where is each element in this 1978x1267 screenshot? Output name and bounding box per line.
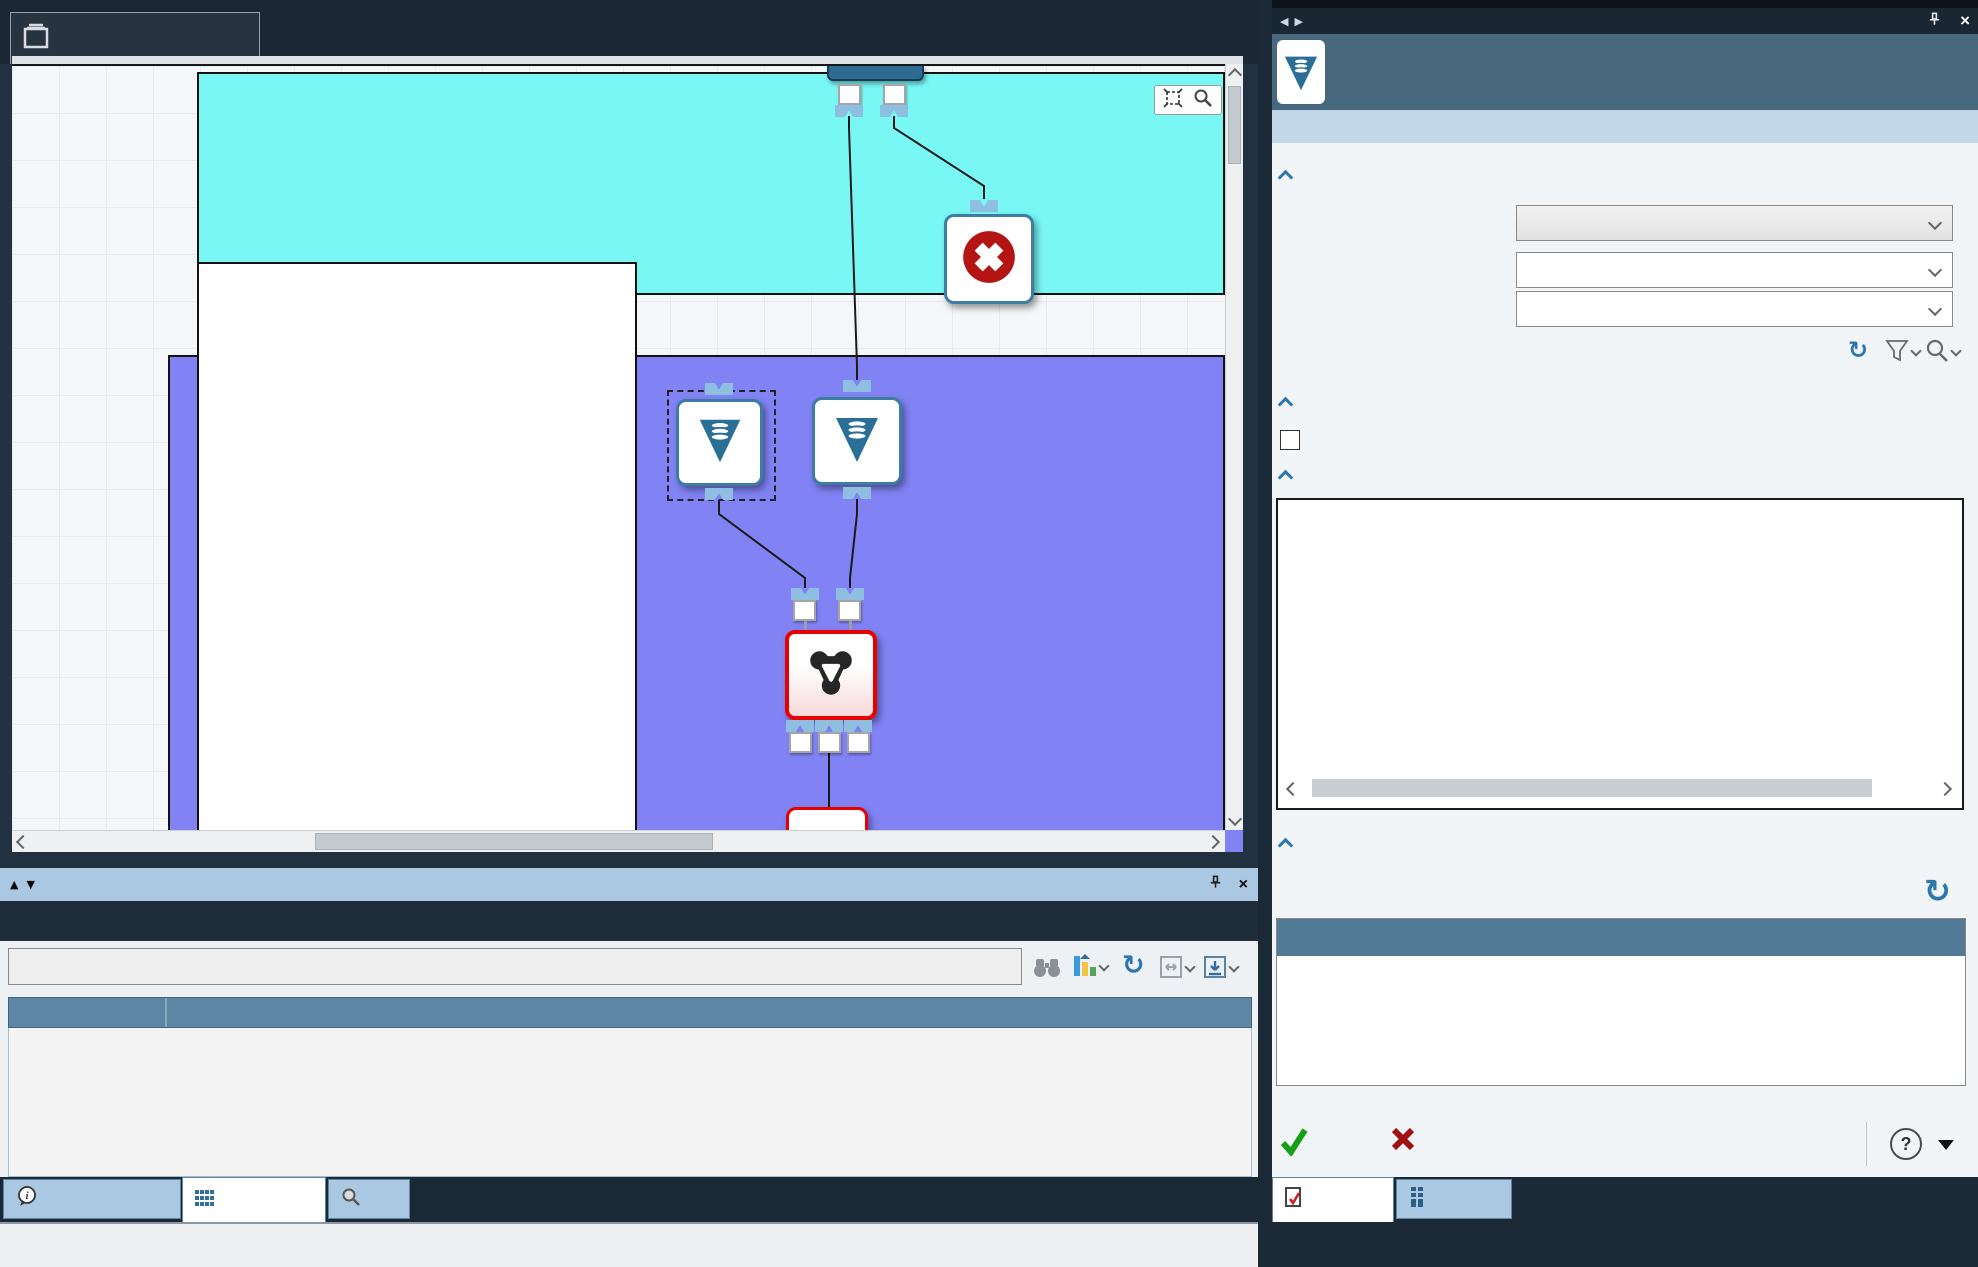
application-window: ▲ ▼ × ↻ i bbox=[0, 0, 1978, 1267]
section-record-source[interactable] bbox=[1280, 168, 1301, 183]
canvas-view-controls bbox=[1154, 85, 1222, 115]
fit-to-window-icon[interactable] bbox=[1162, 87, 1184, 114]
sql-horizontal-scrollbar[interactable] bbox=[1284, 776, 1956, 802]
vscroll-thumb[interactable] bbox=[1228, 86, 1241, 164]
chevron-down-icon bbox=[1928, 302, 1942, 316]
revert-button[interactable] bbox=[1390, 1126, 1426, 1152]
document-icon bbox=[21, 22, 51, 55]
search-tables-icon[interactable] bbox=[1924, 338, 1960, 364]
bottom-tab-message-viewer[interactable]: i bbox=[3, 1179, 181, 1219]
rdbms-input-node-selected[interactable] bbox=[676, 399, 763, 486]
canvas-horizontal-scrollbar[interactable] bbox=[12, 830, 1225, 852]
chevron-up-icon bbox=[1278, 470, 1294, 486]
rdbms-input-node[interactable] bbox=[812, 397, 902, 485]
close-icon[interactable]: × bbox=[1239, 876, 1248, 894]
grid-icon bbox=[195, 1190, 214, 1211]
database-funnel-icon bbox=[691, 411, 749, 474]
hscroll-thumb[interactable] bbox=[315, 833, 713, 850]
table-dropdown[interactable] bbox=[1516, 291, 1953, 327]
chevron-up-icon bbox=[1278, 170, 1294, 186]
info-bubble-icon: i bbox=[16, 1186, 40, 1213]
help-button[interactable]: ? bbox=[1890, 1128, 1922, 1160]
join-node[interactable] bbox=[785, 630, 877, 720]
properties-tabstrip bbox=[1272, 110, 1978, 143]
canvas-vertical-scrollbar[interactable] bbox=[1225, 64, 1243, 830]
binoculars-icon[interactable] bbox=[1032, 955, 1062, 979]
canvas-top-strip bbox=[12, 56, 1243, 64]
chevron-up-icon bbox=[1278, 838, 1294, 854]
port-label-join-out bbox=[818, 732, 841, 753]
decision-node-clipped[interactable] bbox=[827, 66, 924, 81]
chevron-down-icon bbox=[1928, 263, 1942, 277]
section-limit[interactable] bbox=[1280, 395, 1301, 410]
properties-node-header bbox=[1272, 34, 1978, 110]
sql-hscroll-thumb[interactable] bbox=[1312, 779, 1872, 797]
bottom-tab-schema[interactable] bbox=[1396, 1179, 1512, 1219]
sql-query-editor[interactable] bbox=[1276, 498, 1964, 810]
data-viewer-titlebar: ▲ ▼ × bbox=[0, 868, 1258, 901]
schema-grid-icon bbox=[1409, 1187, 1425, 1212]
join-icon bbox=[802, 644, 860, 707]
data-viewer-column-header-band bbox=[8, 997, 1252, 1028]
goto-row-icon[interactable] bbox=[1202, 954, 1238, 980]
data-viewer-tabband bbox=[0, 901, 1258, 941]
chevron-up-icon bbox=[1278, 397, 1294, 413]
nav-back-icon[interactable]: ◀ bbox=[1280, 15, 1288, 28]
refresh-tables-icon[interactable]: ↻ bbox=[1848, 336, 1868, 364]
port-label-yes bbox=[838, 84, 861, 105]
schema-table[interactable] bbox=[1276, 918, 1966, 1086]
close-icon[interactable]: × bbox=[1960, 11, 1970, 31]
zoom-magnifier-icon[interactable] bbox=[1192, 87, 1214, 114]
limit-records-checkbox[interactable] bbox=[1280, 430, 1300, 450]
refresh-icon[interactable]: ↻ bbox=[1122, 950, 1145, 981]
collapse-down-icon[interactable]: ▼ bbox=[26, 878, 34, 891]
canvas-note[interactable] bbox=[197, 262, 637, 832]
x-icon bbox=[1390, 1126, 1416, 1152]
nav-forward-icon[interactable]: ▶ bbox=[1294, 15, 1302, 28]
pin-icon[interactable] bbox=[1927, 11, 1942, 32]
data-viewer-search-input[interactable] bbox=[8, 948, 1022, 985]
search-icon bbox=[341, 1187, 361, 1212]
check-icon bbox=[1280, 1126, 1308, 1156]
bottom-tab-data-viewer[interactable] bbox=[182, 1177, 326, 1222]
bottom-tab-find[interactable] bbox=[328, 1179, 410, 1219]
divider bbox=[1866, 1122, 1867, 1166]
properties-top-strip bbox=[1272, 0, 1978, 8]
port-label-right bbox=[838, 600, 861, 621]
canvas-scroll-corner bbox=[1225, 830, 1243, 852]
filter-icon[interactable] bbox=[1884, 338, 1920, 364]
chevron-down-icon bbox=[1928, 216, 1942, 230]
clipped-bottom-node[interactable] bbox=[786, 807, 868, 832]
properties-check-icon bbox=[1285, 1187, 1303, 1214]
pin-icon[interactable] bbox=[1208, 874, 1223, 895]
port-label-right-out bbox=[847, 732, 870, 753]
error-node[interactable] bbox=[944, 214, 1034, 304]
more-options-button[interactable] bbox=[1938, 1140, 1954, 1150]
properties-titlebar: ◀ ▶ × bbox=[1272, 8, 1978, 34]
port-label-left bbox=[793, 600, 816, 621]
port-label-no bbox=[883, 84, 906, 105]
section-sql-query[interactable] bbox=[1280, 468, 1301, 483]
bottom-tab-properties[interactable] bbox=[1272, 1177, 1394, 1222]
node-type-icon bbox=[1277, 40, 1325, 104]
profile-sort-icon[interactable] bbox=[1072, 953, 1108, 979]
refresh-schema-icon[interactable]: ↻ bbox=[1924, 872, 1951, 910]
dataflow-canvas[interactable] bbox=[12, 64, 1225, 832]
fit-columns-icon[interactable] bbox=[1158, 954, 1194, 980]
schema-table-header bbox=[1277, 919, 1965, 956]
data-viewer-grid-empty[interactable] bbox=[8, 1028, 1252, 1177]
collapse-up-icon[interactable]: ▲ bbox=[10, 878, 18, 891]
database-funnel-icon bbox=[827, 409, 887, 474]
port-label-left-out bbox=[789, 732, 812, 753]
schema-dropdown[interactable] bbox=[1516, 252, 1953, 288]
column-header-rpiresolutionkey[interactable] bbox=[9, 998, 167, 1027]
read-records-dropdown[interactable] bbox=[1516, 205, 1953, 241]
commit-button[interactable] bbox=[1280, 1126, 1318, 1156]
section-schema[interactable] bbox=[1280, 836, 1301, 851]
error-icon bbox=[958, 226, 1020, 293]
